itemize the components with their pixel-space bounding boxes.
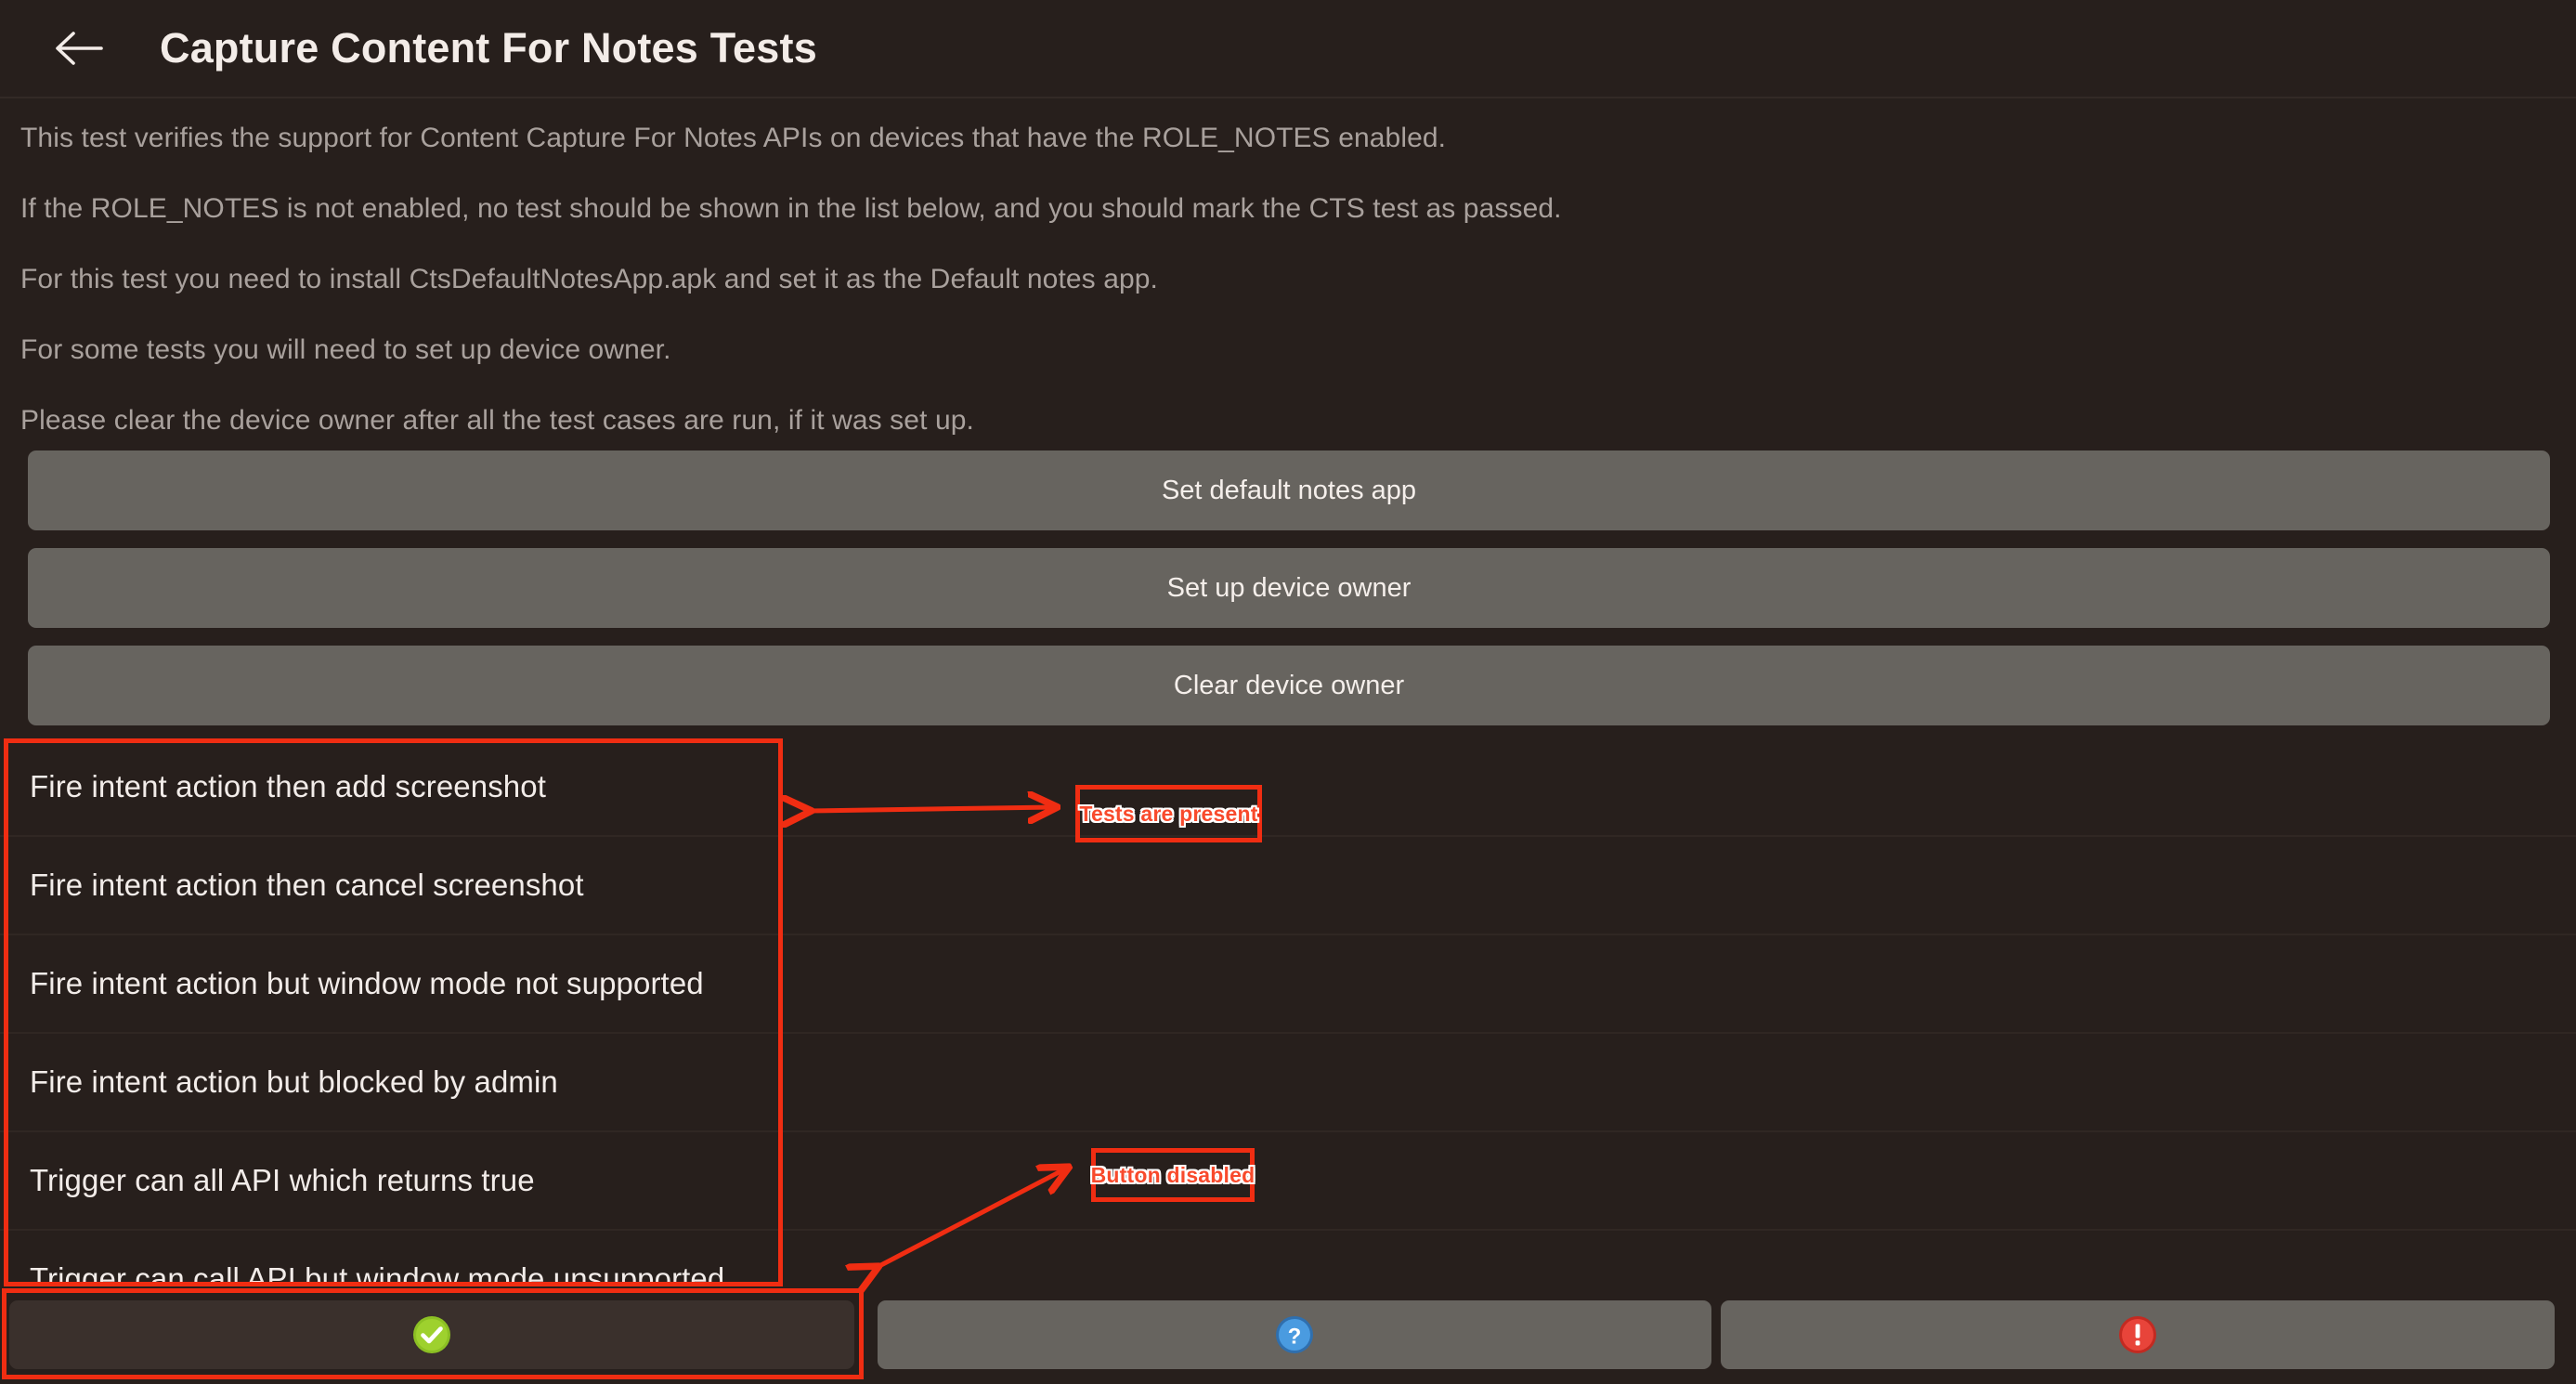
question-circle-icon: ? bbox=[1274, 1314, 1315, 1355]
test-list-item[interactable]: Fire intent action but window mode not s… bbox=[0, 935, 2576, 1034]
test-list-item-label: Trigger can all API which returns true bbox=[0, 1163, 535, 1198]
description-line: For this test you need to install CtsDef… bbox=[20, 264, 1158, 295]
test-list-item-label: Fire intent action then cancel screensho… bbox=[0, 868, 584, 903]
description-line: This test verifies the support for Conte… bbox=[20, 123, 1446, 154]
clear-device-owner-button[interactable]: Clear device owner bbox=[28, 646, 2550, 725]
description-line: Please clear the device owner after all … bbox=[20, 405, 974, 437]
svg-text:?: ? bbox=[1288, 1325, 1302, 1350]
test-list-item[interactable]: Trigger can call API but window mode uns… bbox=[0, 1231, 2576, 1286]
test-list-item-label: Fire intent action then add screenshot bbox=[0, 769, 546, 804]
description-line: If the ROLE_NOTES is not enabled, no tes… bbox=[20, 193, 1562, 225]
fail-button[interactable] bbox=[1721, 1300, 2555, 1369]
test-list-item-label: Fire intent action but blocked by admin bbox=[0, 1064, 558, 1100]
info-button[interactable]: ? bbox=[878, 1300, 1711, 1369]
description-line: For some tests you will need to set up d… bbox=[20, 334, 671, 366]
app-screen: Capture Content For Notes Tests This tes… bbox=[0, 0, 2576, 1384]
test-list-item[interactable]: Trigger can all API which returns true bbox=[0, 1132, 2576, 1231]
back-arrow-icon[interactable] bbox=[43, 13, 113, 84]
error-circle-icon bbox=[2117, 1314, 2158, 1355]
test-list-item-label: Fire intent action but window mode not s… bbox=[0, 966, 704, 1001]
test-list-item-label: Trigger can call API but window mode uns… bbox=[0, 1261, 724, 1286]
set-up-device-owner-button[interactable]: Set up device owner bbox=[28, 548, 2550, 628]
pass-button[interactable] bbox=[9, 1300, 854, 1369]
result-button-bar: ? bbox=[0, 1286, 2576, 1384]
check-circle-icon bbox=[411, 1314, 452, 1355]
test-case-list[interactable]: Fire intent action then add screenshot F… bbox=[0, 738, 2576, 1286]
app-header: Capture Content For Notes Tests bbox=[0, 0, 2576, 98]
test-list-item[interactable]: Fire intent action but blocked by admin bbox=[0, 1034, 2576, 1132]
page-title: Capture Content For Notes Tests bbox=[160, 6, 817, 91]
set-default-notes-app-button[interactable]: Set default notes app bbox=[28, 450, 2550, 530]
test-list-item[interactable]: Fire intent action then cancel screensho… bbox=[0, 837, 2576, 935]
test-list-item[interactable]: Fire intent action then add screenshot bbox=[0, 738, 2576, 837]
back-arrow-glyph bbox=[53, 30, 103, 67]
